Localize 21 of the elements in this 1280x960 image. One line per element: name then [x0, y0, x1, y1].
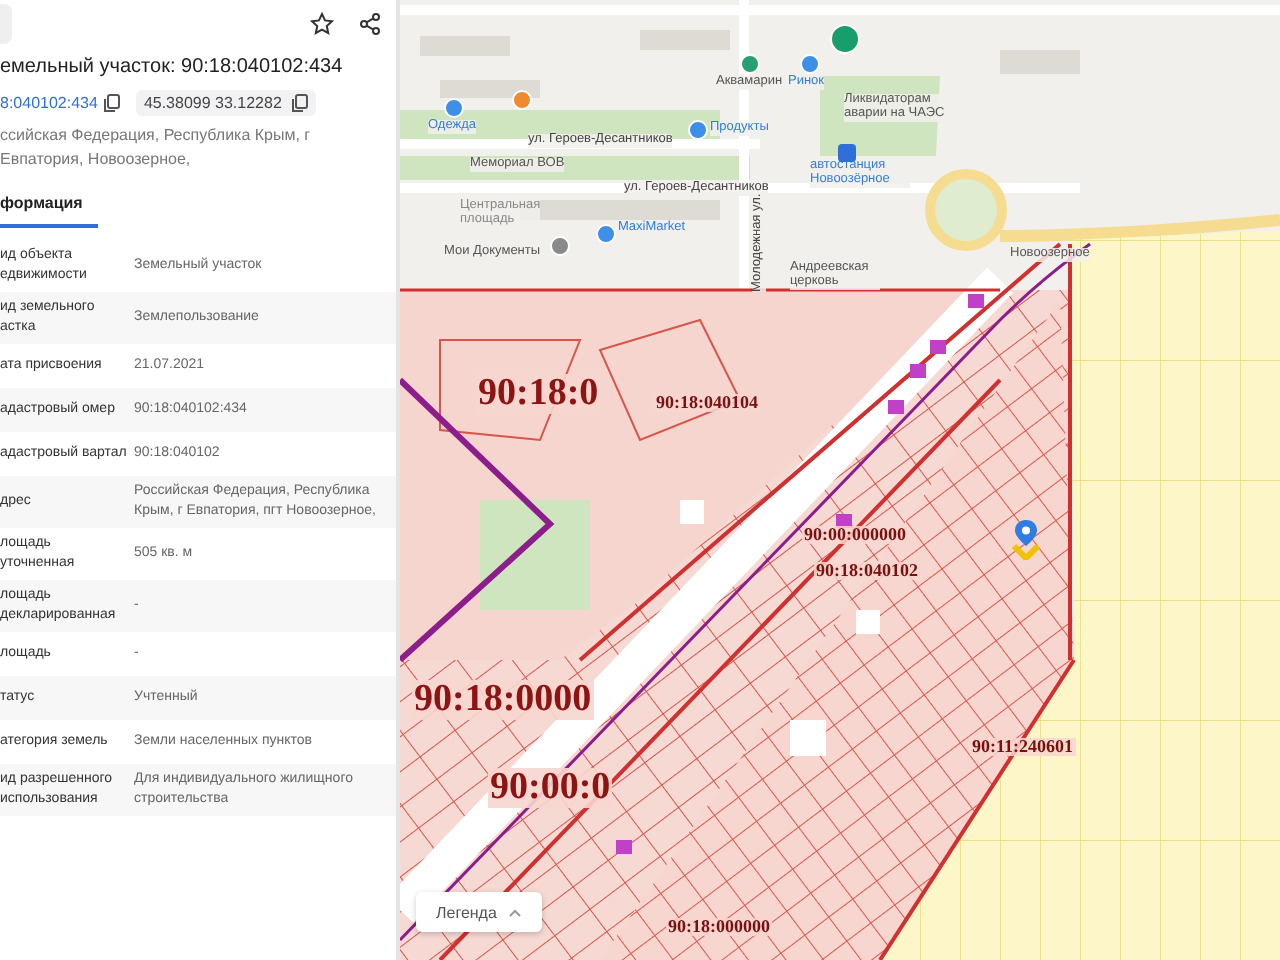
- coordinates-chip[interactable]: 45.38099 33.12282: [135, 90, 316, 116]
- cadastral-label: 90:00:000000: [802, 526, 908, 545]
- bus-stop-icon[interactable]: [838, 144, 856, 162]
- cadastral-label: 90:11:240601: [970, 738, 1075, 757]
- cadastral-label: 90:18:040104: [654, 394, 760, 413]
- info-tab[interactable]: формация: [0, 184, 99, 228]
- cadastral-number-link[interactable]: 8:040102:434: [0, 94, 98, 112]
- favorite-button[interactable]: [308, 10, 336, 38]
- caret-icon: [508, 907, 523, 917]
- parcel-title: емельный участок: 90:18:040102:434: [0, 56, 345, 78]
- cadastral-label: 90:18:0000: [412, 680, 594, 720]
- share-button[interactable]: [356, 10, 384, 38]
- copy-icon[interactable]: [291, 94, 308, 112]
- legend-button[interactable]: Легенда: [416, 892, 543, 932]
- address-text: ссийская Федерация, Республика Крым, г Евпатория, Новоозерное,: [0, 124, 313, 172]
- cadastral-label: 90:18:0: [476, 374, 601, 414]
- location-pin-icon[interactable]: [1012, 520, 1040, 560]
- cadastral-label: 90:18:000000: [666, 918, 772, 937]
- copy-icon[interactable]: [103, 94, 120, 112]
- cadastral-label: 90:00:0: [488, 768, 613, 808]
- cadastral-label: 90:18:040102: [814, 562, 920, 581]
